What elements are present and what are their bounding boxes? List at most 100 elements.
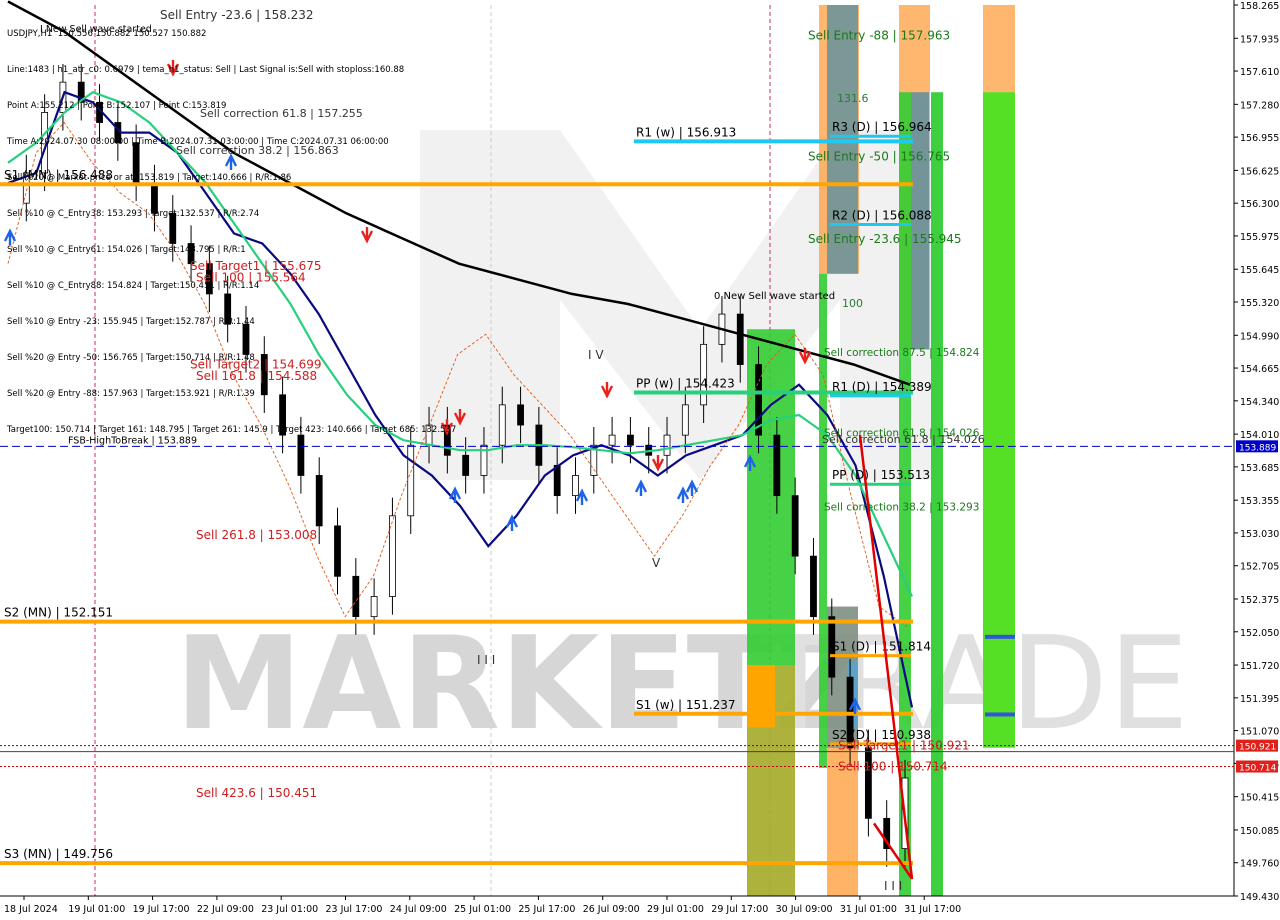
x-tick-label: 30 Jul 09:00: [776, 904, 833, 915]
y-tick-label: 151.070: [1240, 727, 1279, 738]
signal-zone: [983, 92, 1015, 748]
y-tick-label: 154.340: [1240, 397, 1279, 408]
pivot-label: R3 (D) | 156.964: [832, 120, 932, 134]
annotation-text: 131.6: [837, 92, 869, 105]
candle-body: [334, 525, 341, 577]
candle-body: [681, 404, 689, 436]
info-line: Point A:155.212 | Point B:152.107 | Poin…: [7, 101, 227, 111]
y-tick-label: 154.010: [1240, 430, 1279, 441]
y-tick-label: 151.395: [1240, 694, 1279, 705]
annotation-text: I I I: [477, 653, 495, 667]
y-tick-label: 155.975: [1240, 232, 1279, 243]
candle-body: [663, 434, 671, 456]
x-tick-label: 23 Jul 17:00: [326, 904, 383, 915]
annotation-text: V: [652, 556, 661, 570]
x-tick-label: 25 Jul 17:00: [518, 904, 575, 915]
sell-level-label: Sell 423.6 | 150.451: [196, 786, 317, 800]
candle-body: [864, 747, 872, 819]
chart-window: MARKETZ TRADE 158.265 157.935 157.610 157.280…: [0, 0, 1280, 920]
signal-zone: [985, 634, 1015, 639]
info-line: Target100: 150.714 | Target 161: 148.795…: [7, 425, 457, 435]
info-line: Line:1483 | h1_atr_c0: 0.6979 | tema_h1_…: [7, 65, 405, 75]
x-tick-label: 22 Jul 09:00: [197, 904, 254, 915]
pivot-label: S1 (D) | 151.814: [832, 640, 931, 654]
sell-zone-label: Sell Entry -23.6 | 155.945: [808, 232, 962, 246]
annotation-text: 0 New Sell wave started: [714, 291, 835, 302]
price-tag-label: 150.921: [1239, 743, 1276, 753]
sell-zone-label: Sell 100 | 150.714: [838, 760, 948, 774]
pivot-label: S1 (w) | 151.237: [636, 698, 736, 712]
candle-body: [462, 454, 470, 476]
y-tick-label: 154.990: [1240, 331, 1279, 342]
y-tick-label: 152.705: [1240, 562, 1279, 573]
info-line: Sell %10 @ C_Entry61: 154.026 | Target:1…: [7, 245, 246, 255]
price-tag-label: 150.714: [1239, 764, 1276, 774]
x-tick-label: 29 Jul 01:00: [647, 904, 704, 915]
sell-zone-label: Sell Entry -50 | 156.765: [808, 149, 950, 163]
signal-zone: [931, 92, 943, 896]
y-tick-label: 157.610: [1240, 67, 1279, 78]
y-tick-label: 152.375: [1240, 595, 1279, 606]
y-tick-label: 156.625: [1240, 166, 1279, 177]
y-tick-label: 157.935: [1240, 34, 1279, 45]
candle-body: [627, 434, 634, 446]
y-tick-label: 156.955: [1240, 133, 1279, 144]
annotation-text: 100: [842, 297, 863, 310]
sell-zone-label: Sell correction 38.2 | 153.293: [824, 501, 979, 513]
info-line: Sell %10 @ C_Entry38: 153.293 | Target:1…: [7, 209, 260, 219]
candle-body: [736, 313, 744, 365]
info-line: Sell %20 @ Entry -50: 156.765 | Target:1…: [7, 353, 255, 363]
y-tick-label: 151.720: [1240, 661, 1279, 672]
candle-body: [517, 404, 524, 426]
y-tick-label: 155.320: [1240, 298, 1279, 309]
y-tick-label: 150.085: [1240, 826, 1279, 837]
candle-body: [352, 575, 360, 618]
sell-zone-label: Sell Entry -88 | 157.963: [808, 28, 950, 42]
signal-zone: [747, 665, 775, 728]
info-line: Sell %10 @ Entry -23: 155.945 | Target:1…: [7, 317, 255, 327]
candle-body: [700, 343, 708, 406]
candle-body: [498, 404, 506, 446]
info-line: Sell %20 @ Entry -88: 157.963 | Target:1…: [7, 389, 255, 399]
y-tick-label: 153.030: [1240, 529, 1279, 540]
signal-zone: [985, 712, 1015, 717]
y-tick-label: 154.665: [1240, 364, 1279, 375]
annotation-text: I I I: [884, 879, 902, 893]
sell-zone-label: Sell Target1 | 150.921: [838, 739, 970, 753]
x-tick-label: 31 Jul 01:00: [840, 904, 897, 915]
sell-level-label: Sell 261.8 | 153.008: [196, 528, 317, 542]
pivot-label: R1 (w) | 156.913: [636, 125, 736, 139]
candle-body: [315, 475, 323, 527]
x-tick-label: 23 Jul 01:00: [261, 904, 318, 915]
candle-body: [773, 434, 781, 497]
x-tick-label: 25 Jul 01:00: [454, 904, 511, 915]
x-tick-label: 18 Jul 2024: [4, 904, 58, 915]
info-panel: USDJPY,H1 150.556 150.882 150.527 150.88…: [7, 4, 456, 460]
pivot-label: S2 (MN) | 152.151: [4, 606, 113, 620]
candle-body: [810, 555, 817, 618]
info-line: Sell %20 @ Market price or at: 153.819 |…: [7, 173, 292, 183]
y-tick-label: 152.050: [1240, 628, 1279, 639]
y-tick-label: 157.280: [1240, 100, 1279, 111]
candle-body: [553, 464, 561, 497]
y-tick-label: 156.300: [1240, 199, 1279, 210]
pivot-label: PP (w) | 154.423: [636, 376, 735, 390]
symbol-line: USDJPY,H1 150.556 150.882 150.527 150.88…: [7, 29, 207, 39]
candle-body: [791, 495, 799, 557]
x-tick-label: 31 Jul 17:00: [904, 904, 961, 915]
candle-body: [608, 434, 616, 446]
info-line: Sell %10 @ C_Entry88: 154.824 | Target:1…: [7, 281, 260, 291]
y-tick-label: 153.685: [1240, 463, 1279, 474]
candle-body: [572, 475, 579, 497]
x-tick-label: 19 Jul 01:00: [68, 904, 125, 915]
x-tick-label: 29 Jul 17:00: [711, 904, 768, 915]
pivot-label: R2 (D) | 156.088: [832, 209, 932, 223]
pivot-label: PP (D) | 153.513: [832, 468, 930, 482]
y-tick-label: 150.415: [1240, 793, 1279, 804]
annotation-text: I V: [588, 348, 604, 362]
y-tick-label: 158.265: [1240, 1, 1279, 12]
info-line: Time A:2024.07.30 08:00:00 | Time B:2024…: [7, 137, 389, 147]
x-tick-label: 26 Jul 09:00: [583, 904, 640, 915]
y-tick-label: 149.760: [1240, 859, 1279, 870]
pivot-label: R1 (D) | 154.389: [832, 380, 932, 394]
